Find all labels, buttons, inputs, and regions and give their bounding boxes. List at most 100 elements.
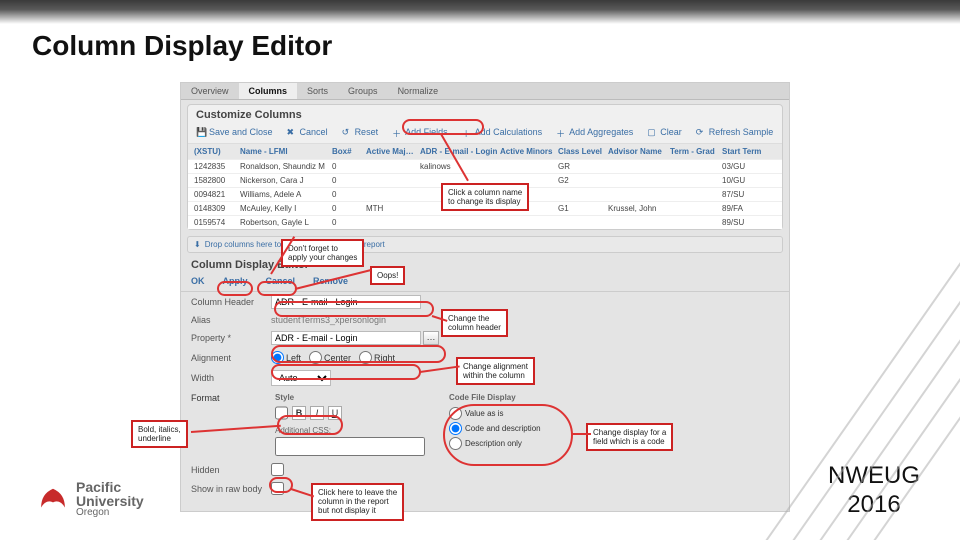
- cell-name: Ronaldson, Shaundiz M: [240, 162, 330, 171]
- cell-email: [420, 204, 498, 213]
- code-radio-3[interactable]: [449, 437, 462, 450]
- table-row[interactable]: 0148309McAuley, Kelly I0MTHG1Krussel, Jo…: [188, 201, 782, 215]
- cell-term: [670, 204, 720, 213]
- drop-columns-bar[interactable]: ⬇ Drop columns here to remove them from …: [187, 236, 783, 253]
- column-header-input[interactable]: [271, 295, 421, 309]
- code-radio-2[interactable]: [449, 422, 462, 435]
- reset-button[interactable]: ↺Reset: [342, 127, 379, 137]
- cell-id: 1582800: [194, 176, 238, 185]
- add-fields-button[interactable]: ＋Add Fields: [392, 127, 448, 137]
- cell-minors: [500, 218, 556, 227]
- align-center[interactable]: Center: [309, 351, 351, 364]
- cell-box: 0: [332, 176, 364, 185]
- row-showraw: Show in raw body: [181, 479, 789, 498]
- cell-advisor: [608, 176, 668, 185]
- col-majors[interactable]: Active Majors: [366, 147, 418, 156]
- cell-start: 03/GU: [722, 162, 770, 171]
- table-row[interactable]: 0094821Williams, Adele A087/SU: [188, 187, 782, 201]
- ok-button[interactable]: OK: [191, 276, 205, 286]
- property-input[interactable]: [271, 331, 421, 345]
- align-right-radio[interactable]: [359, 351, 372, 364]
- col-class[interactable]: Class Level: [558, 147, 606, 156]
- cancel-icon: ✖: [287, 127, 297, 137]
- code-opt1-label: Value as is: [465, 409, 504, 418]
- format-label: Format: [191, 393, 271, 403]
- cell-id: 0148309: [194, 204, 238, 213]
- property-picker-button[interactable]: …: [423, 331, 439, 345]
- hidden-label: Hidden: [191, 465, 271, 475]
- addl-css-input[interactable]: [275, 437, 425, 456]
- tab-groups[interactable]: Groups: [338, 83, 388, 99]
- cell-majors: [366, 190, 418, 199]
- editor-actions: OK Apply Cancel Remove: [181, 273, 789, 292]
- cell-class: [558, 190, 606, 199]
- add-calc-button[interactable]: ＋Add Calculations: [462, 127, 543, 137]
- tab-normalize[interactable]: Normalize: [388, 83, 449, 99]
- code-radio-1[interactable]: [449, 407, 462, 420]
- alignment-label: Alignment: [191, 353, 271, 363]
- cell-term: [670, 218, 720, 227]
- code-opt-desconly[interactable]: Description only: [449, 436, 659, 451]
- align-right[interactable]: Right: [359, 351, 395, 364]
- showraw-checkbox[interactable]: [271, 482, 284, 495]
- column-headers: (XSTU) Name - LFMI Box# Active Majors AD…: [188, 144, 782, 159]
- cancel-button[interactable]: ✖Cancel: [287, 127, 328, 137]
- clear-button[interactable]: ▢Clear: [647, 127, 682, 137]
- cancel2-button[interactable]: Cancel: [266, 276, 296, 286]
- cell-email: [420, 218, 498, 227]
- remove-button[interactable]: Remove: [313, 276, 348, 286]
- col-xstu[interactable]: (XSTU): [194, 147, 238, 156]
- italic-button[interactable]: I: [310, 406, 324, 420]
- page-title: Column Display Editor: [32, 30, 332, 62]
- cell-term: [670, 162, 720, 171]
- apply-button[interactable]: Apply: [223, 276, 248, 286]
- col-start[interactable]: Start Term: [722, 147, 770, 156]
- cell-majors: MTH: [366, 204, 418, 213]
- table-row[interactable]: 1242835Ronaldson, Shaundiz M0kalinowsGR0…: [188, 159, 782, 173]
- align-left-radio[interactable]: [271, 351, 284, 364]
- col-minors[interactable]: Active Minors: [500, 147, 556, 156]
- hidden-checkbox[interactable]: [271, 463, 284, 476]
- disk-icon: 💾: [196, 127, 206, 137]
- code-opt-codeanddesc[interactable]: Code and description: [449, 421, 659, 436]
- tab-columns[interactable]: Columns: [239, 83, 298, 99]
- column-header-label: Column Header: [191, 297, 271, 307]
- cell-term: [670, 190, 720, 199]
- clear-label: Clear: [660, 127, 682, 137]
- editor-section-title: Column Display Editor: [181, 253, 789, 273]
- tab-overview[interactable]: Overview: [181, 83, 239, 99]
- refresh-button[interactable]: ⟳Refresh Sample: [696, 127, 774, 137]
- cell-advisor: [608, 218, 668, 227]
- tab-sorts[interactable]: Sorts: [297, 83, 338, 99]
- refresh-label: Refresh Sample: [709, 127, 774, 137]
- codefile-col: Code File Display Value as is Code and d…: [449, 393, 659, 451]
- col-email[interactable]: ADR - E-mail - Login: [420, 147, 498, 156]
- cell-advisor: [608, 190, 668, 199]
- save-close-button[interactable]: 💾Save and Close: [196, 127, 273, 137]
- drop-icon: ⬇: [194, 240, 201, 249]
- cell-advisor: [608, 162, 668, 171]
- code-opt-valueasis[interactable]: Value as is: [449, 406, 659, 421]
- cell-id: 0159574: [194, 218, 238, 227]
- width-select[interactable]: Auto: [271, 370, 331, 386]
- brand-line1: Pacific: [76, 480, 144, 494]
- col-advisor[interactable]: Advisor Name: [608, 147, 668, 156]
- table-row[interactable]: 1582800Nickerson, Cara J0G210/GU: [188, 173, 782, 187]
- drop-text: Drop columns here to remove them from th…: [205, 240, 385, 249]
- cell-id: 1242835: [194, 162, 238, 171]
- add-agg-button[interactable]: ＋Add Aggregates: [556, 127, 633, 137]
- underline-button[interactable]: U: [328, 406, 342, 420]
- style-title: Style: [275, 393, 445, 402]
- biu-checkbox[interactable]: [275, 406, 288, 420]
- align-center-radio[interactable]: [309, 351, 322, 364]
- col-name[interactable]: Name - LFMI: [240, 147, 330, 156]
- row-property: Property * …: [181, 328, 789, 348]
- cell-minors: [500, 190, 556, 199]
- col-box[interactable]: Box#: [332, 147, 364, 156]
- bold-button[interactable]: B: [292, 406, 306, 420]
- align-left[interactable]: Left: [271, 351, 301, 364]
- cell-majors: [366, 218, 418, 227]
- table-row[interactable]: 0159574Robertson, Gayle L089/SU: [188, 215, 782, 229]
- code-opt2-label: Code and description: [465, 424, 541, 433]
- col-term[interactable]: Term - Grad: [670, 147, 720, 156]
